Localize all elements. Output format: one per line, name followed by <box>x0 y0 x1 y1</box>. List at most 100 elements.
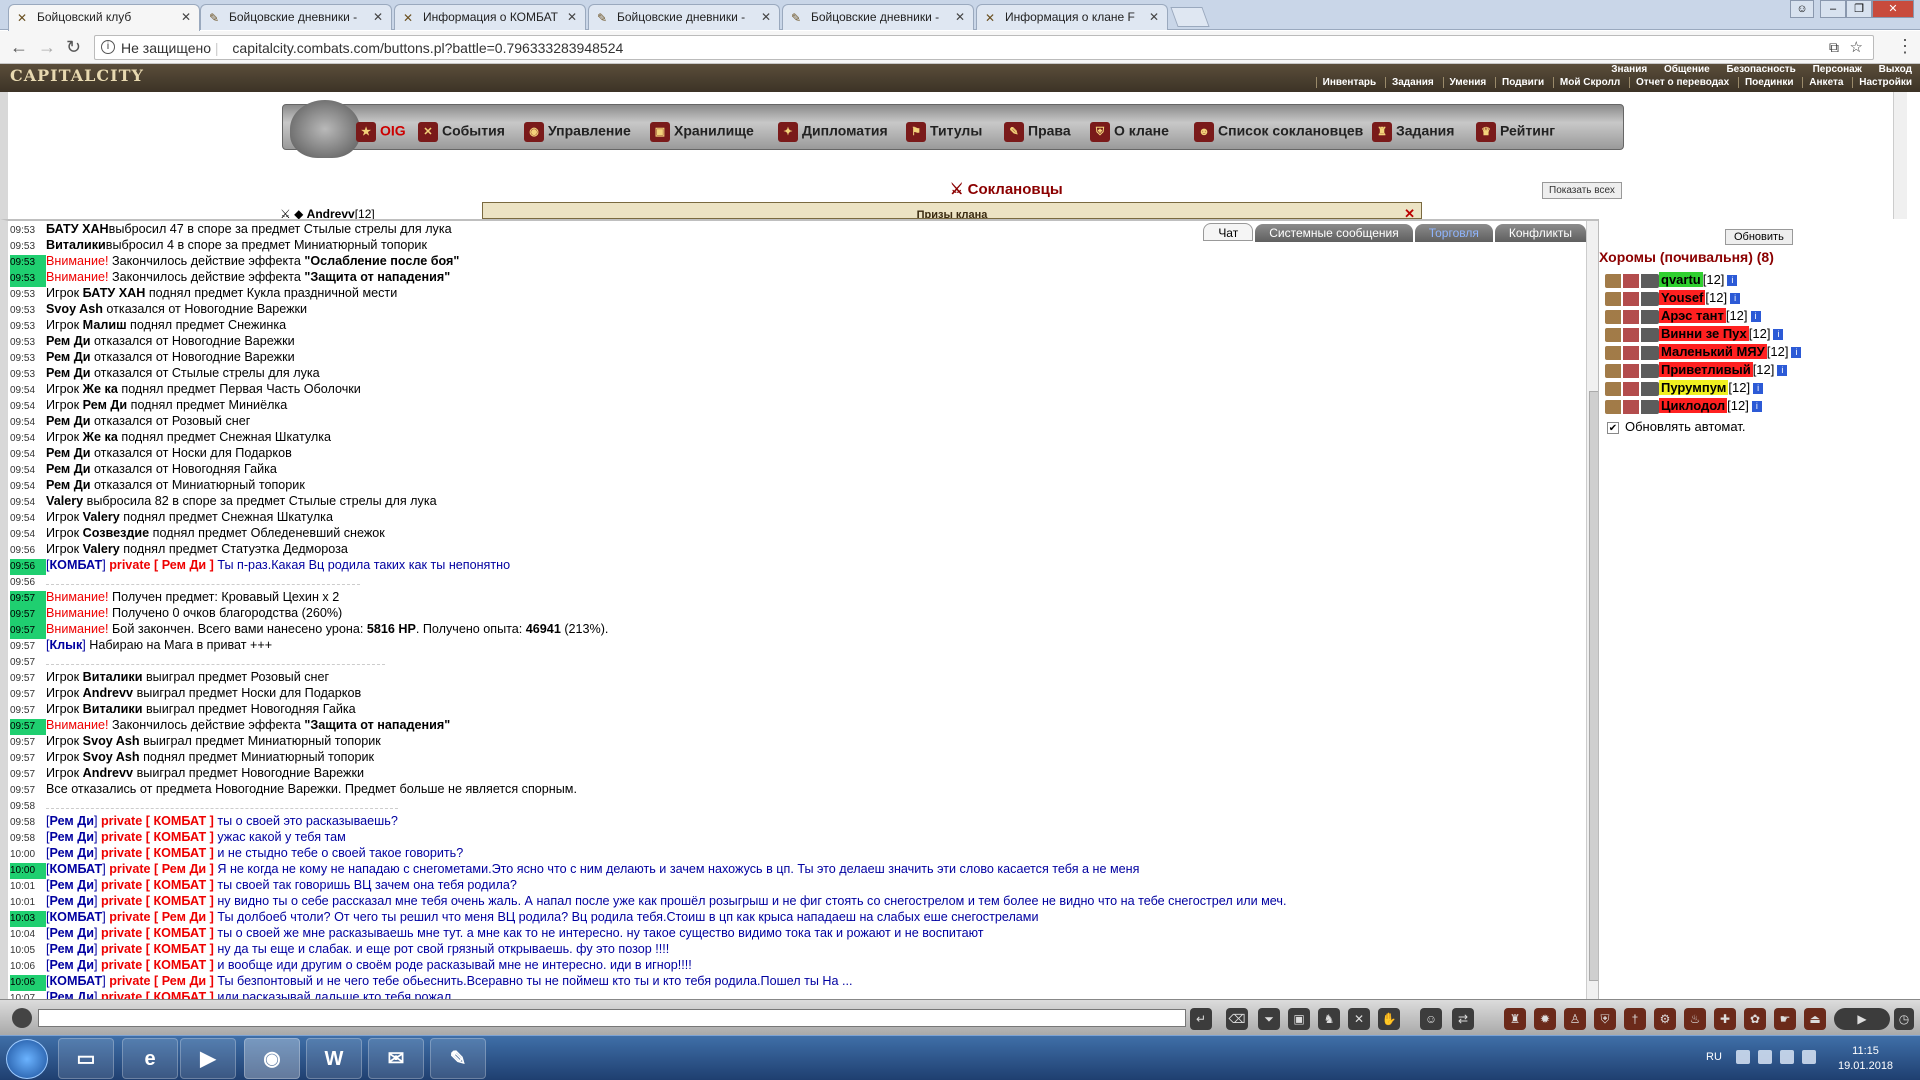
info-icon[interactable]: i <box>101 40 115 54</box>
signal-tray-icon[interactable] <box>1780 1050 1794 1064</box>
clan-menu-management[interactable]: ◉ Управление <box>524 122 631 144</box>
browser-tab-1[interactable]: ✕ Бойцовский клуб ✕ <box>8 4 200 31</box>
translate-icon[interactable]: ⇄ <box>1452 1008 1474 1030</box>
player-name[interactable]: Рем Ди <box>50 958 94 972</box>
user-profile-icon[interactable]: ☺ <box>1790 0 1814 18</box>
language-indicator[interactable]: RU <box>1706 1051 1722 1063</box>
player-name[interactable]: Рем Ди <box>50 942 94 956</box>
new-tab-button[interactable] <box>1170 7 1210 27</box>
link-security[interactable]: Безопасность <box>1726 64 1795 75</box>
player-name[interactable]: КОМБАТ <box>50 910 103 924</box>
info-icon[interactable]: i <box>1773 329 1784 341</box>
player-name[interactable]: Svoy Ash <box>83 750 140 764</box>
player-name[interactable]: Valery <box>46 494 83 508</box>
info-icon[interactable]: i <box>1753 383 1764 395</box>
clan-menu-oig[interactable]: ★ OIG <box>356 122 406 144</box>
link-inventory[interactable]: Инвентарь <box>1315 77 1377 88</box>
close-window-button[interactable]: ✕ <box>1872 0 1914 18</box>
link-settings[interactable]: Настройки <box>1852 77 1912 88</box>
member-nick[interactable]: qvartu <box>1659 272 1703 287</box>
close-tab-icon[interactable]: ✕ <box>1149 10 1159 24</box>
member-nick[interactable]: Арэс тант <box>1659 308 1726 323</box>
player-name[interactable]: Же ка <box>83 382 118 396</box>
gift-icon[interactable]: ✚ <box>1714 1008 1736 1030</box>
player-name[interactable]: Рем Ди <box>50 830 94 844</box>
checkbox[interactable]: ✔ <box>1607 421 1619 434</box>
close-tab-icon[interactable]: ✕ <box>181 10 191 24</box>
sword-icon[interactable]: † <box>1624 1008 1646 1030</box>
bookmark-star-icon[interactable]: ☆ <box>1850 38 1863 56</box>
clan-menu-members-list[interactable]: ☻ Список соклановцев <box>1194 122 1363 144</box>
clan-menu-tasks[interactable]: ♜ Задания <box>1372 122 1454 144</box>
player-name[interactable]: Рем Ди <box>46 462 90 476</box>
paint-icon[interactable]: ✎ <box>430 1038 486 1079</box>
player-name[interactable]: Andrevv <box>83 686 133 700</box>
player-name[interactable]: private [ КОМБАТ ] <box>101 942 214 956</box>
clock-icon[interactable]: ◷ <box>1894 1008 1914 1030</box>
player-name[interactable]: Рем Ди <box>46 478 90 492</box>
tab-conflicts[interactable]: Конфликты <box>1494 224 1586 242</box>
player-name[interactable]: Же ка <box>83 430 118 444</box>
player-name[interactable]: Рем Ди <box>46 366 90 380</box>
player-name[interactable]: Рем Ди <box>50 894 94 908</box>
back-arrow-icon[interactable]: ← <box>10 37 28 58</box>
smile-settings-icon[interactable] <box>12 1008 32 1028</box>
clan-menu-about[interactable]: ⛨ О клане <box>1090 122 1169 144</box>
system-clock[interactable]: 11:15 19.01.2018 <box>1838 1044 1893 1074</box>
close-icon[interactable]: ✕ <box>1404 206 1415 218</box>
player-name[interactable]: private [ Рем Ди ] <box>109 862 214 876</box>
chat-message-input[interactable] <box>38 1009 1186 1027</box>
link-fights[interactable]: Поединки <box>1737 77 1794 88</box>
flag-tray-icon[interactable] <box>1736 1050 1750 1064</box>
exit-icon[interactable]: ⏏ <box>1804 1008 1826 1030</box>
link-communication[interactable]: Общение <box>1664 64 1710 75</box>
player-name[interactable]: private [ КОМБАТ ] <box>101 830 214 844</box>
player-name[interactable]: Рем Ди <box>50 878 94 892</box>
player-name[interactable]: Виталики <box>83 670 143 684</box>
info-icon[interactable]: i <box>1751 401 1762 413</box>
minimize-button[interactable]: – <box>1820 0 1846 18</box>
member-nick[interactable]: Yousef <box>1659 290 1706 305</box>
player-name[interactable]: private [ Рем Ди ] <box>109 974 214 988</box>
fighter-icon[interactable]: ♞ <box>1318 1008 1340 1030</box>
player-name[interactable]: БАТУ ХАН <box>46 222 109 236</box>
player-name[interactable]: private [ Рем Ди ] <box>109 910 214 924</box>
close-tab-icon[interactable]: ✕ <box>567 10 577 24</box>
tab-trade[interactable]: Торговля <box>1414 224 1493 242</box>
player-name[interactable]: private [ КОМБАТ ] <box>101 878 214 892</box>
hand-icon[interactable]: ☛ <box>1774 1008 1796 1030</box>
clan-menu-storage[interactable]: ▣ Хранилище <box>650 122 754 144</box>
player-name[interactable]: 5816 HP <box>367 622 416 636</box>
player-name[interactable]: Рем Ди <box>46 414 90 428</box>
player-name[interactable]: Рем Ди <box>50 846 94 860</box>
player-name[interactable]: Рем Ди <box>46 446 90 460</box>
member-nick[interactable]: Приветливый <box>1659 362 1753 377</box>
figure-icon[interactable]: ♙ <box>1564 1008 1586 1030</box>
folder-icon[interactable]: ▭ <box>58 1038 114 1079</box>
clan-menu-rating[interactable]: ♛ Рейтинг <box>1476 122 1555 144</box>
link-transfer-report[interactable]: Отчет о переводах <box>1628 77 1730 88</box>
player-name[interactable]: Клык <box>50 638 83 652</box>
clan-menu-titles[interactable]: ⚑ Титулы <box>906 122 982 144</box>
info-icon[interactable]: i <box>1730 293 1741 305</box>
member-nick[interactable]: Маленький МЯУ <box>1659 344 1767 359</box>
clan-prizes-bar[interactable]: Призы клана ✕ <box>482 202 1422 219</box>
player-name[interactable]: private [ КОМБАТ ] <box>101 926 214 940</box>
gear-icon[interactable]: ⚙ <box>1654 1008 1676 1030</box>
member-nick[interactable]: Пурумпум <box>1659 380 1729 395</box>
player-name[interactable]: Виталики <box>83 702 143 716</box>
show-all-button[interactable]: Показать всех <box>1542 182 1622 199</box>
link-tasks[interactable]: Задания <box>1384 77 1434 88</box>
fire-icon[interactable]: ✹ <box>1534 1008 1556 1030</box>
browser-tab-4[interactable]: ✎ Бойцовские дневники - ✕ <box>588 4 780 30</box>
clan-menu-rights[interactable]: ✎ Права <box>1004 122 1071 144</box>
potion-icon[interactable]: ♨ <box>1684 1008 1706 1030</box>
player-name[interactable]: КОМБАТ <box>50 558 103 572</box>
player-name[interactable]: Виталики <box>46 238 106 252</box>
auto-refresh-toggle[interactable]: ✔ Обновлять автомат. <box>1607 419 1745 434</box>
helmet-icon[interactable]: ♜ <box>1504 1008 1526 1030</box>
ie-icon[interactable]: e <box>122 1038 178 1079</box>
member-nick[interactable]: Циклодол <box>1659 398 1728 413</box>
hands-icon[interactable]: ✋ <box>1378 1008 1400 1030</box>
translate-icon[interactable]: ⧉ <box>1829 39 1839 56</box>
